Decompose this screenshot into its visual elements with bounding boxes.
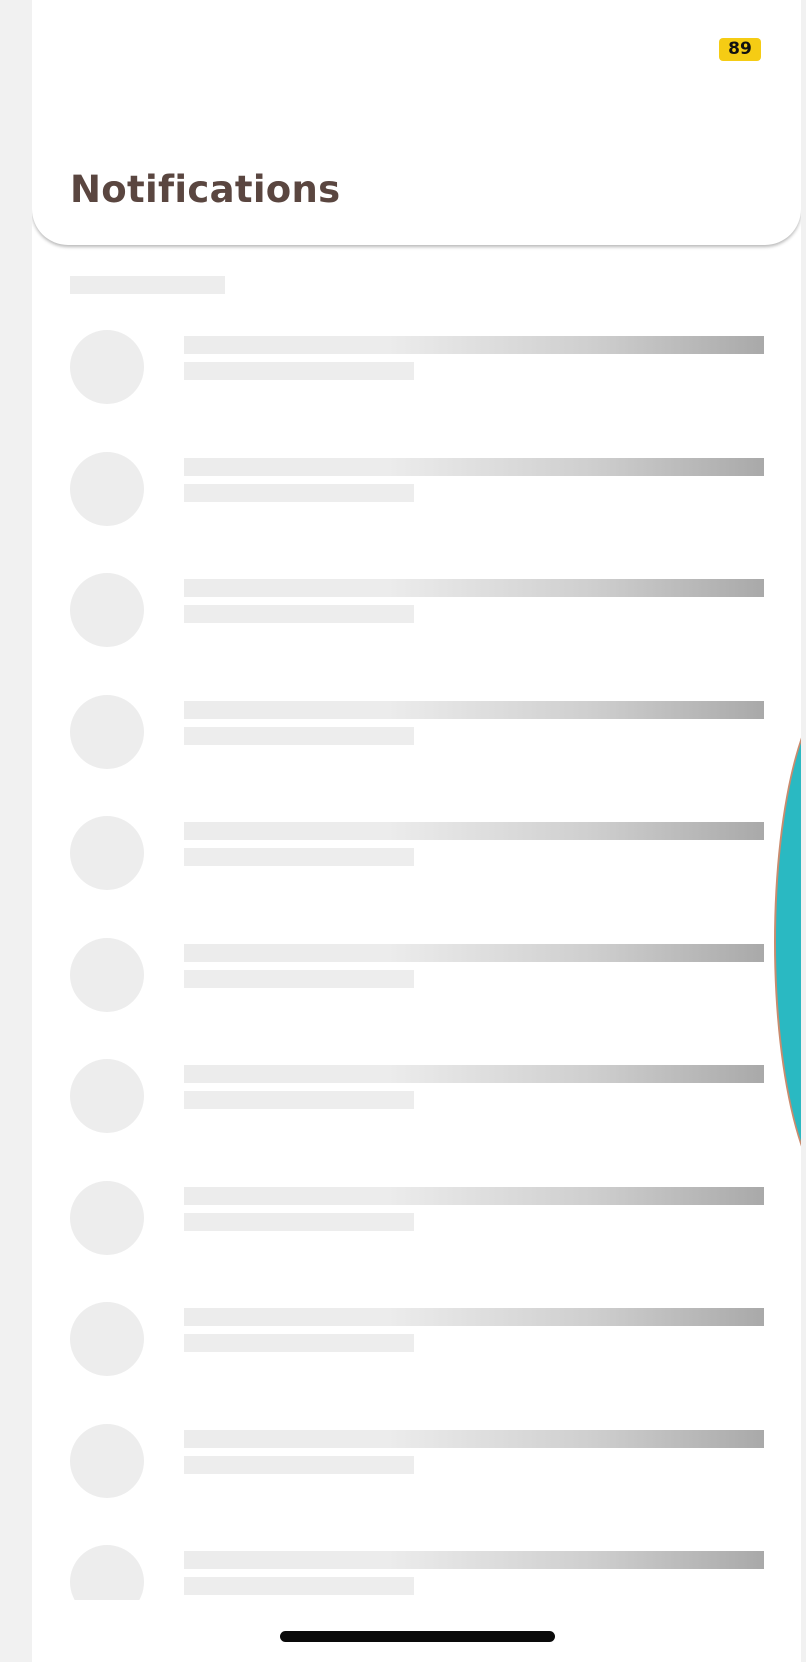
title-line-placeholder xyxy=(184,1551,764,1569)
notification-row-placeholder xyxy=(32,816,801,916)
notification-row-placeholder xyxy=(32,1424,801,1524)
title-line-placeholder xyxy=(184,1065,764,1083)
notification-row-placeholder xyxy=(32,1059,801,1159)
avatar-placeholder xyxy=(70,573,144,647)
avatar-placeholder xyxy=(70,1181,144,1255)
avatar-placeholder xyxy=(70,452,144,526)
notification-row-placeholder xyxy=(32,1181,801,1281)
notification-row-placeholder xyxy=(32,452,801,552)
subtitle-line-placeholder xyxy=(184,1213,414,1231)
subtitle-line-placeholder xyxy=(184,727,414,745)
title-line-placeholder xyxy=(184,944,764,962)
subtitle-line-placeholder xyxy=(184,1577,414,1595)
subtitle-line-placeholder xyxy=(184,970,414,988)
notification-row-placeholder xyxy=(32,938,801,1038)
avatar-placeholder xyxy=(70,1424,144,1498)
page-title: Notifications xyxy=(70,168,341,211)
status-badge: 89 xyxy=(719,38,761,61)
section-label-placeholder xyxy=(70,276,225,294)
avatar-placeholder xyxy=(70,695,144,769)
home-indicator[interactable] xyxy=(280,1631,555,1642)
notification-row-placeholder xyxy=(32,330,801,430)
avatar-placeholder xyxy=(70,1059,144,1133)
subtitle-line-placeholder xyxy=(184,605,414,623)
avatar-placeholder xyxy=(70,938,144,1012)
subtitle-line-placeholder xyxy=(184,484,414,502)
title-line-placeholder xyxy=(184,701,764,719)
title-line-placeholder xyxy=(184,822,764,840)
title-line-placeholder xyxy=(184,579,764,597)
notification-row-placeholder xyxy=(32,1545,801,1600)
subtitle-line-placeholder xyxy=(184,1091,414,1109)
title-line-placeholder xyxy=(184,1187,764,1205)
notification-row-placeholder xyxy=(32,573,801,673)
title-line-placeholder xyxy=(184,458,764,476)
avatar-placeholder xyxy=(70,330,144,404)
title-line-placeholder xyxy=(184,1430,764,1448)
avatar-placeholder xyxy=(70,1545,144,1600)
subtitle-line-placeholder xyxy=(184,1334,414,1352)
avatar-placeholder xyxy=(70,816,144,890)
subtitle-line-placeholder xyxy=(184,362,414,380)
notification-row-placeholder xyxy=(32,1302,801,1402)
app-screen: 89 Notifications xyxy=(32,0,801,1662)
avatar-placeholder xyxy=(70,1302,144,1376)
subtitle-line-placeholder xyxy=(184,1456,414,1474)
notification-row-placeholder xyxy=(32,695,801,795)
title-line-placeholder xyxy=(184,336,764,354)
subtitle-line-placeholder xyxy=(184,848,414,866)
page-header: 89 Notifications xyxy=(32,0,801,245)
title-line-placeholder xyxy=(184,1308,764,1326)
